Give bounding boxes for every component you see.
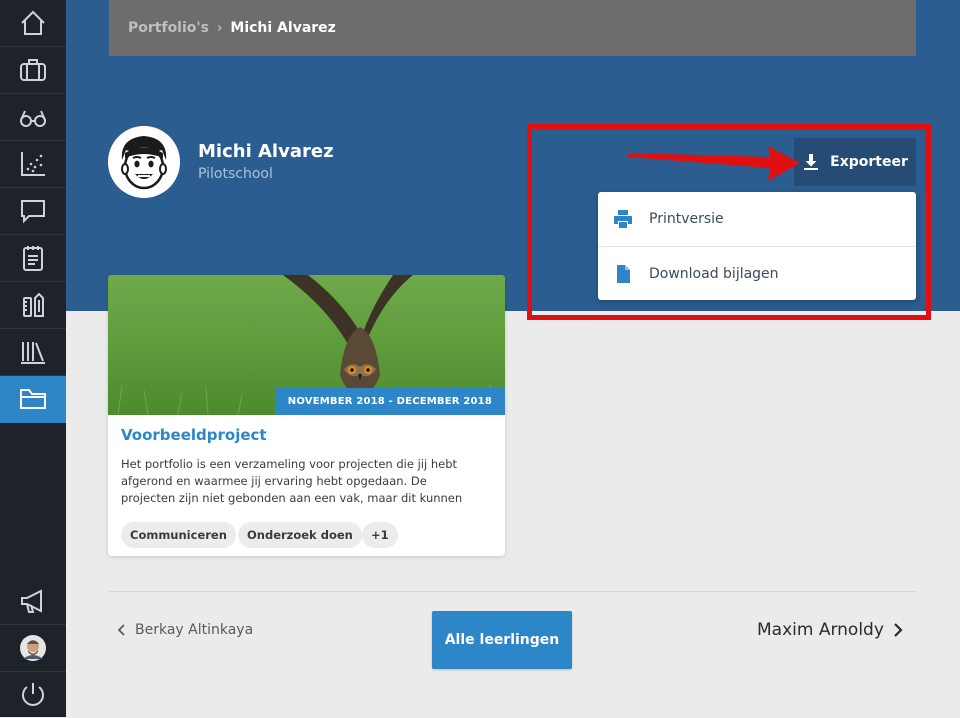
project-card[interactable]: NOVEMBER 2018 - DECEMBER 2018 Voorbeeldp… <box>108 275 505 556</box>
sidebar-item-library[interactable] <box>0 329 66 376</box>
tag-communiceren: Communiceren <box>121 522 236 548</box>
student-avatar <box>108 126 180 198</box>
sidebar-item-home[interactable] <box>0 0 66 47</box>
breadcrumb-parent-link[interactable]: Portfolio's <box>128 20 209 36</box>
megaphone-icon <box>21 589 42 613</box>
tag-more-count[interactable]: +1 <box>362 522 398 548</box>
sidebar <box>0 0 66 717</box>
menu-item-label: Printversie <box>649 211 724 227</box>
sidebar-item-profile[interactable] <box>0 625 66 672</box>
breadcrumb: Portfolio's › Michi Alvarez <box>109 0 916 56</box>
home-icon <box>21 10 45 35</box>
library-icon <box>21 342 45 364</box>
breadcrumb-current: Michi Alvarez <box>230 20 336 36</box>
project-description: Het portfolio is een verzameling voor pr… <box>121 457 463 505</box>
export-button[interactable]: Exporteer <box>794 138 916 186</box>
sidebar-item-announcements[interactable] <box>0 578 66 625</box>
sidebar-item-notepad[interactable] <box>0 235 66 282</box>
sidebar-item-briefcase[interactable] <box>0 47 66 94</box>
file-icon <box>617 265 630 283</box>
next-student-link[interactable]: Maxim Arnoldy <box>757 620 904 640</box>
sidebar-item-portfolio[interactable] <box>0 376 66 423</box>
chat-icon <box>21 200 45 224</box>
all-students-button[interactable]: Alle leerlingen <box>432 611 572 669</box>
sidebar-item-tools[interactable] <box>0 282 66 329</box>
export-button-label: Exporteer <box>830 154 908 170</box>
chevron-left-icon <box>117 624 125 636</box>
briefcase-icon <box>20 59 46 81</box>
cartoon-face-avatar <box>108 126 180 198</box>
user-avatar <box>20 635 46 661</box>
menu-item-printversie[interactable]: Printversie <box>598 192 916 246</box>
student-school: Pilotschool <box>198 166 273 182</box>
export-dropdown-menu: Printversie Download bijlagen <box>598 192 916 300</box>
footer-divider <box>109 591 916 592</box>
power-icon <box>22 683 44 706</box>
sidebar-item-chart[interactable] <box>0 141 66 188</box>
breadcrumb-separator: › <box>217 20 223 36</box>
printer-icon <box>614 210 632 228</box>
project-date-badge: NOVEMBER 2018 - DECEMBER 2018 <box>274 388 505 415</box>
student-name: Michi Alvarez <box>198 141 334 162</box>
sidebar-item-glasses[interactable] <box>0 94 66 141</box>
sidebar-item-logout[interactable] <box>0 672 66 718</box>
next-student-label: Maxim Arnoldy <box>757 620 884 640</box>
chevron-right-icon <box>894 623 903 637</box>
previous-student-link[interactable]: Berkay Altinkaya <box>117 622 253 638</box>
project-title[interactable]: Voorbeeldproject <box>121 426 267 444</box>
sidebar-item-chat[interactable] <box>0 188 66 235</box>
glasses-icon <box>20 110 46 127</box>
download-icon <box>804 154 819 170</box>
notepad-icon <box>23 246 43 271</box>
menu-item-download-bijlagen[interactable]: Download bijlagen <box>598 246 916 301</box>
chart-icon <box>21 152 45 176</box>
menu-item-label: Download bijlagen <box>649 266 779 282</box>
previous-student-label: Berkay Altinkaya <box>135 622 254 638</box>
folder-icon <box>20 389 46 409</box>
tag-onderzoek-doen: Onderzoek doen <box>238 522 362 548</box>
tools-icon <box>23 292 44 317</box>
